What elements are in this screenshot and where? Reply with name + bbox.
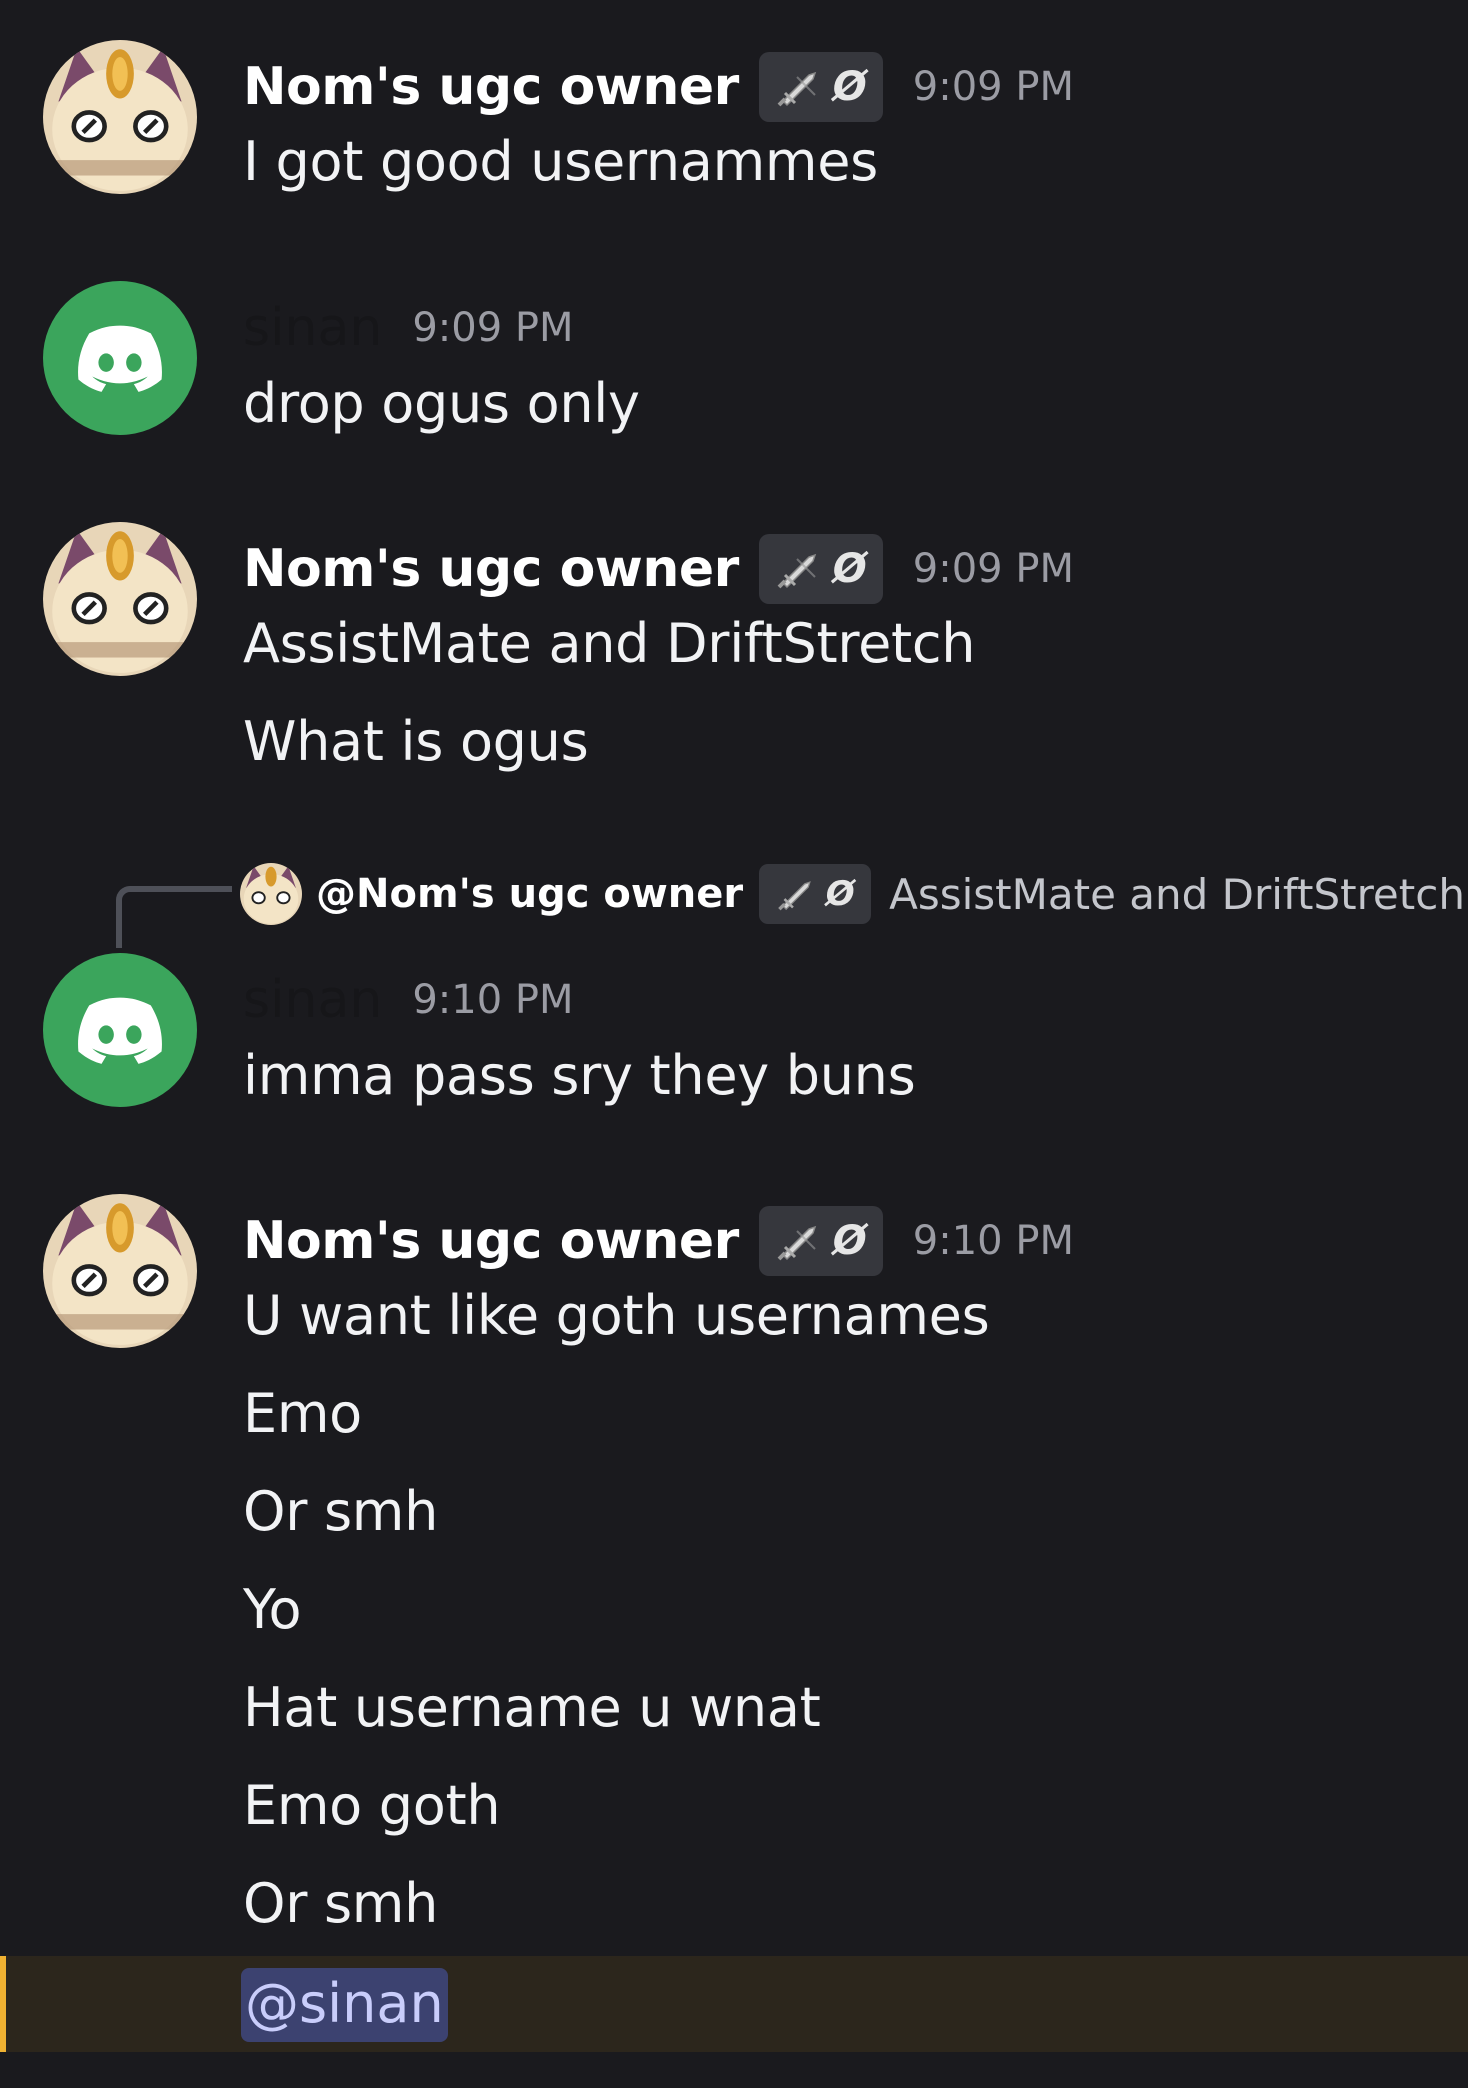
message-text: Yo: [243, 1578, 302, 1641]
reply-connector: [116, 886, 232, 948]
user-avatar[interactable]: [43, 953, 197, 1107]
message-text: drop ogus only: [243, 372, 640, 435]
sword-icon: [777, 553, 816, 589]
message-header: sinan 9:10 PM: [243, 966, 574, 1034]
message-header: sinan 9:09 PM: [243, 294, 574, 362]
author-name[interactable]: sinan: [243, 970, 382, 1030]
author-name[interactable]: sinan: [243, 298, 382, 358]
guild-tag-text: Ø: [832, 64, 867, 110]
discord-logo-icon: [78, 325, 162, 392]
message-text: Emo: [243, 1382, 362, 1445]
author-name[interactable]: Nom's ugc owner: [243, 1211, 739, 1271]
message-text: AssistMate and DriftStretch: [243, 612, 976, 675]
guild-tag-badge[interactable]: Ø: [758, 52, 883, 122]
guild-tag-text: Ø: [832, 546, 867, 592]
guild-tag-badge[interactable]: Ø: [758, 534, 883, 604]
reply-avatar: [240, 863, 302, 925]
message-timestamp: 9:09 PM: [412, 305, 574, 351]
message-text: Emo goth: [243, 1774, 501, 1837]
sword-icon: [777, 71, 816, 107]
sword-icon: [777, 881, 811, 911]
message-header: Nom's ugc owner Ø 9:10 PM: [243, 1206, 1074, 1276]
message-timestamp: 9:10 PM: [412, 977, 574, 1023]
message-text: Hat username u wnat: [243, 1676, 821, 1739]
guild-tag-badge[interactable]: Ø: [758, 1206, 883, 1276]
user-mention[interactable]: @sinan: [241, 1968, 448, 2042]
message-text: What is ogus: [243, 710, 589, 773]
discord-logo-icon: [78, 997, 162, 1064]
message-text: U want like goth usernames: [243, 1284, 990, 1347]
mention-indicator-bar: [0, 1956, 6, 2052]
message-text: Or smh: [243, 1872, 439, 1935]
message-header: Nom's ugc owner Ø 9:09 PM: [243, 534, 1074, 604]
author-name[interactable]: Nom's ugc owner: [243, 539, 739, 599]
reply-preview-text[interactable]: AssistMate and DriftStretch: [889, 870, 1465, 919]
user-avatar[interactable]: [43, 1194, 197, 1348]
guild-tag-badge[interactable]: Ø: [759, 864, 872, 924]
user-avatar[interactable]: [43, 281, 197, 435]
message-text: Or smh: [243, 1480, 439, 1543]
mention-highlight-row: @sinan: [0, 1956, 1468, 2052]
author-name[interactable]: Nom's ugc owner: [243, 57, 739, 117]
message-timestamp: 9:09 PM: [912, 546, 1074, 592]
guild-tag-text: Ø: [825, 874, 855, 914]
reply-preview[interactable]: @Nom's ugc owner Ø AssistMate and DriftS…: [240, 862, 1465, 926]
message-timestamp: 9:10 PM: [912, 1218, 1074, 1264]
guild-tag-text: Ø: [832, 1218, 867, 1264]
message-timestamp: 9:09 PM: [912, 64, 1074, 110]
sword-icon: [777, 1225, 816, 1261]
reply-author-name[interactable]: @Nom's ugc owner: [316, 871, 743, 917]
message-text: imma pass sry they buns: [243, 1044, 916, 1107]
message-text: I got good usernammes: [243, 130, 878, 193]
user-avatar[interactable]: [43, 522, 197, 676]
message-header: Nom's ugc owner Ø 9:09 PM: [243, 52, 1074, 122]
user-avatar[interactable]: [43, 40, 197, 194]
